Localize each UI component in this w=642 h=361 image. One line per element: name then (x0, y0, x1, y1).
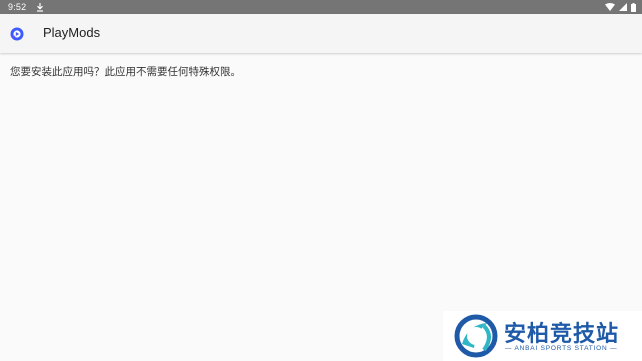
watermark-subtitle: — ANBAI SPORTS STATION — (505, 345, 618, 352)
playmods-app-icon (9, 26, 25, 42)
installer-screen: 9:52 PlayMods 您要安装此应用吗？此应用不需要任何特殊权限。 安柏竞… (0, 0, 642, 361)
install-prompt-text: 您要安装此应用吗？此应用不需要任何特殊权限。 (10, 66, 241, 78)
watermark-title: 安柏竞技站 (504, 322, 620, 347)
battery-icon (631, 2, 636, 12)
watermark: 安柏竞技站 — ANBAI SPORTS STATION — (443, 311, 642, 361)
signal-icon (619, 3, 627, 11)
app-title: PlayMods (43, 25, 101, 40)
app-bar: PlayMods (0, 14, 642, 53)
status-time: 9:52 (8, 2, 27, 12)
status-bar: 9:52 (0, 0, 642, 14)
status-bar-left: 9:52 (8, 2, 44, 12)
wifi-icon (605, 3, 615, 11)
status-bar-right (605, 2, 636, 12)
watermark-logo-icon (454, 314, 498, 358)
download-icon (36, 2, 44, 12)
